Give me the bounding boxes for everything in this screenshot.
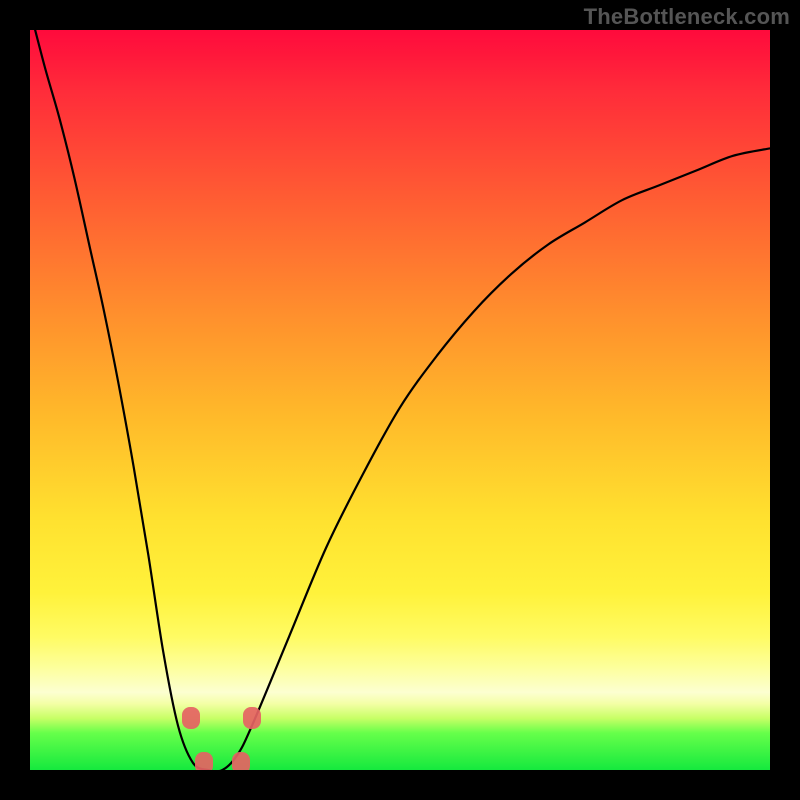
plot-area (30, 30, 770, 770)
bottleneck-curve-path (30, 30, 770, 770)
chart-stage: TheBottleneck.com (0, 0, 800, 800)
watermark-text: TheBottleneck.com (584, 4, 790, 30)
curve-marker-2 (243, 707, 261, 729)
curve-marker-3 (195, 752, 213, 770)
bottleneck-curve (30, 30, 770, 770)
curve-marker-1 (182, 707, 200, 729)
curve-marker-4 (232, 752, 250, 770)
